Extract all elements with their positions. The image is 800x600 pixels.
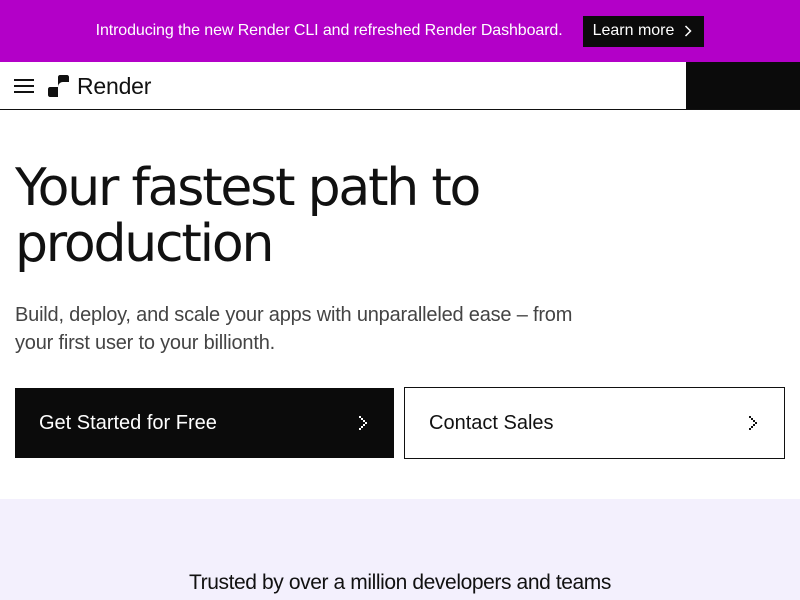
contact-sales-button[interactable]: Contact Sales [404,387,785,459]
learn-more-button[interactable]: Learn more [582,15,705,47]
chevron-right-icon [749,416,757,430]
trusted-text: Trusted by over a million developers and… [188,571,612,594]
render-logo[interactable]: Render [48,72,152,99]
hero-title-line-2: production [15,214,274,274]
hero-title: Your fastest path to production [15,160,615,272]
get-started-label: Get Started for Free [39,411,217,434]
chevron-right-icon [685,25,692,37]
announcement-text: Introducing the new Render CLI and refre… [95,22,563,39]
contact-sales-label: Contact Sales [429,411,554,434]
nav-action-block[interactable] [686,62,800,109]
trusted-section: Trusted by over a million developers and… [0,499,800,600]
hero-subtitle: Build, deploy, and scale your apps with … [15,301,615,357]
top-nav: Render [0,62,800,110]
learn-more-label: Learn more [592,22,675,39]
chevron-right-icon [359,416,367,430]
hero-title-line-1: Your fastest path to [15,158,481,218]
hero-subtitle-line-1: Build, deploy, and scale your apps with … [15,304,573,326]
announcement-bar: Introducing the new Render CLI and refre… [0,0,800,62]
get-started-button[interactable]: Get Started for Free [15,388,394,458]
logo-text: Render [77,72,152,99]
hamburger-icon[interactable] [14,78,34,94]
render-logo-icon [48,75,69,97]
hero-subtitle-line-2: your first user to your billionth. [15,332,275,354]
